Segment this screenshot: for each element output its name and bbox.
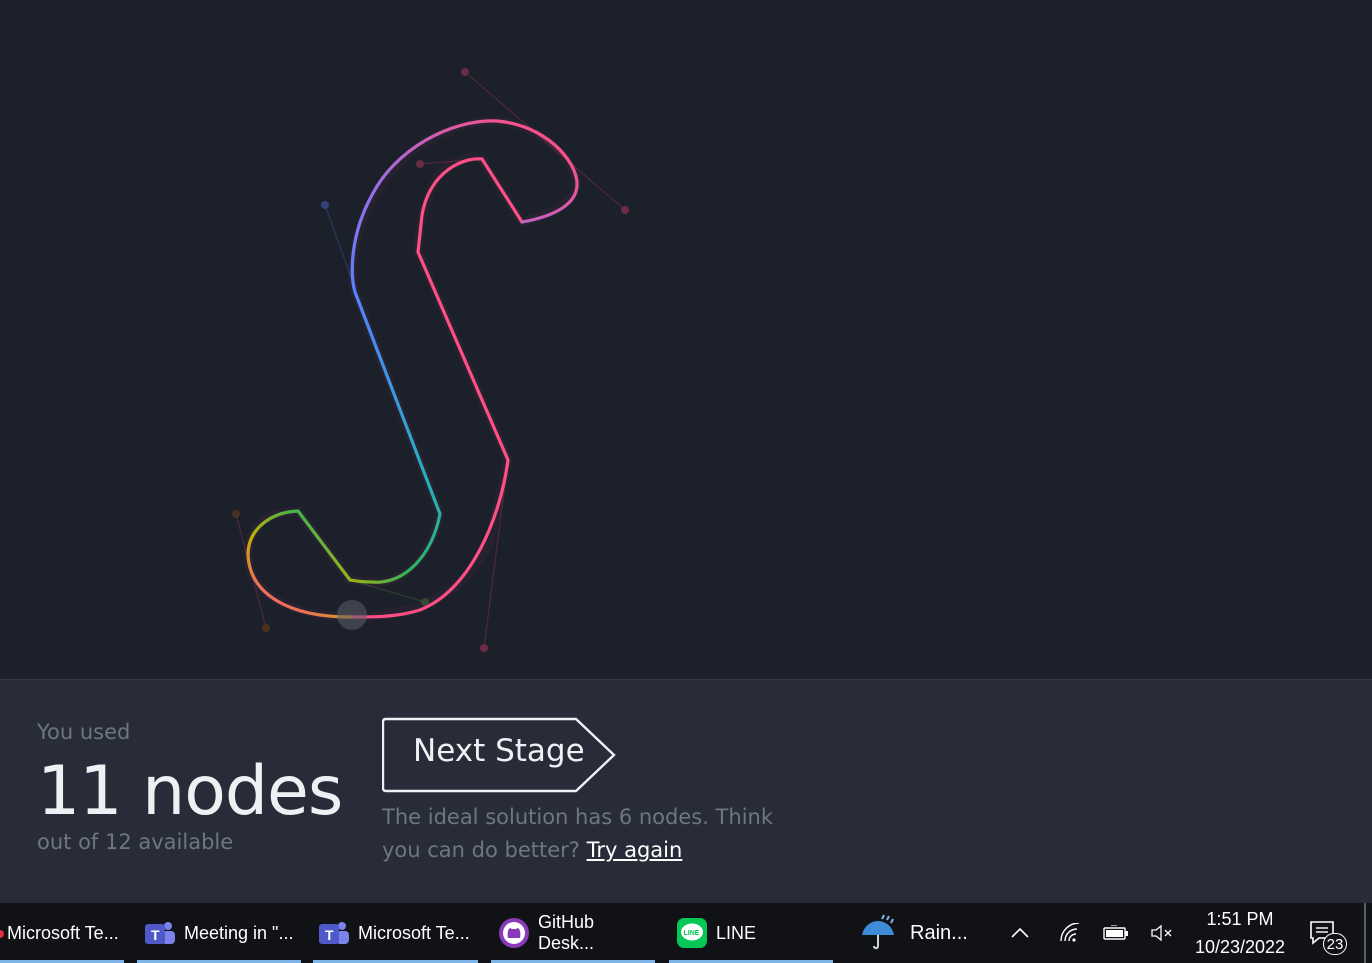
line-icon: LINE — [675, 916, 709, 950]
control-point — [480, 644, 488, 652]
result-panel: You used 11 nodes out of 12 available Ne… — [0, 679, 1372, 903]
hint-text: The ideal solution has 6 nodes. Think yo… — [382, 801, 782, 867]
hint-message: The ideal solution has 6 nodes. Think yo… — [382, 805, 774, 862]
control-points[interactable] — [232, 68, 629, 652]
taskbar-app-label: GitHub Desk... — [537, 912, 595, 953]
teams-icon: T — [317, 916, 351, 950]
taskbar-app-label: Microsoft Te... — [7, 922, 119, 943]
wifi-icon[interactable] — [1050, 903, 1090, 963]
handle-line — [324, 204, 353, 281]
next-stage-button[interactable]: Next Stage — [382, 717, 618, 794]
node-count: 11 nodes — [37, 752, 343, 831]
taskbar-app-label: Meeting in "... — [184, 922, 294, 943]
drawing-canvas[interactable] — [0, 0, 1372, 679]
taskbar-app-line[interactable]: LINE LINE — [669, 903, 833, 963]
control-point — [262, 624, 270, 632]
taskbar-app-github-desktop[interactable]: GitHub Desk... — [491, 903, 655, 963]
user-curve — [246, 119, 579, 619]
control-point — [232, 510, 240, 518]
taskbar-app-label: LINE — [716, 922, 757, 943]
weather-text: Rain... — [910, 921, 968, 944]
notification-center-icon[interactable]: 23 — [1305, 903, 1355, 963]
svg-text:LINE: LINE — [684, 930, 700, 937]
taskbar: Microsoft Te... T Meeting in "... T Micr… — [0, 903, 1372, 963]
control-point — [416, 160, 424, 168]
umbrella-icon — [858, 913, 902, 953]
weather-widget[interactable]: Rain... — [858, 903, 978, 963]
notification-dot-icon — [0, 930, 4, 938]
svg-text:T: T — [325, 927, 334, 943]
volume-muted-icon[interactable] — [1142, 903, 1182, 963]
target-shape-glow — [243, 116, 582, 622]
used-label: You used — [37, 720, 131, 744]
svg-text:T: T — [151, 927, 160, 943]
github-icon — [497, 916, 531, 950]
taskbar-app-teams-2[interactable]: T Microsoft Te... — [313, 903, 478, 963]
taskbar-app-teams-meeting[interactable]: T Meeting in "... — [137, 903, 301, 963]
teams-icon: T — [143, 916, 177, 950]
next-stage-label: Next Stage — [413, 733, 585, 769]
show-hidden-icons-chevron-up-icon[interactable] — [1000, 903, 1040, 963]
start-node[interactable] — [337, 600, 367, 630]
control-point — [321, 201, 329, 209]
taskbar-app-label: Microsoft Te... — [358, 922, 470, 943]
clock[interactable]: 1:51 PM 10/23/2022 — [1186, 903, 1294, 963]
clock-time: 1:51 PM — [1206, 909, 1274, 929]
control-point — [621, 206, 629, 214]
available-count: out of 12 available — [37, 830, 234, 854]
show-desktop-divider[interactable] — [1364, 903, 1366, 963]
clock-date: 10/23/2022 — [1194, 937, 1286, 957]
bezier-canvas[interactable] — [0, 0, 1372, 679]
battery-icon[interactable] — [1096, 903, 1136, 963]
control-point — [461, 68, 469, 76]
taskbar-app-teams-1[interactable]: Microsoft Te... — [0, 903, 124, 963]
try-again-link[interactable]: Try again — [587, 838, 683, 862]
notification-badge: 23 — [1323, 933, 1347, 955]
